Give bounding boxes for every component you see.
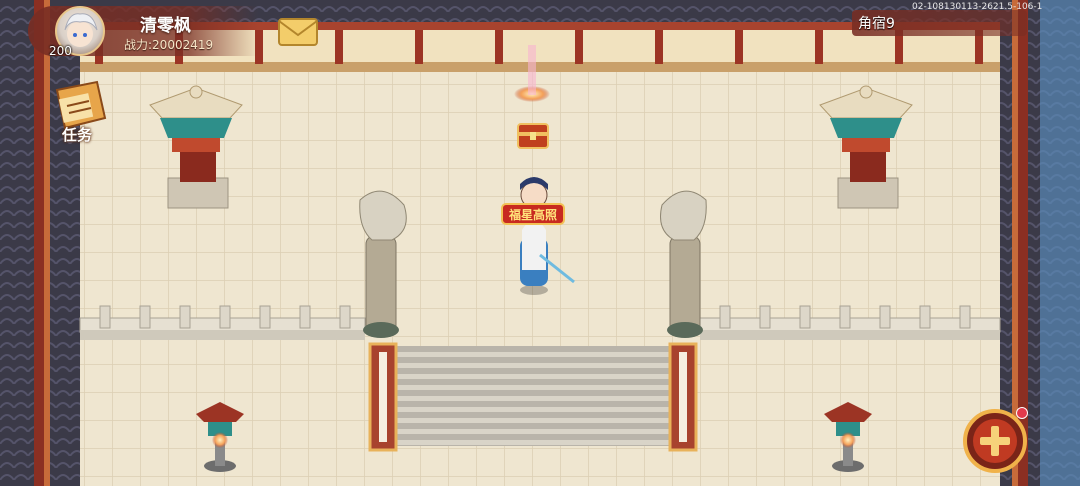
map-name: 角宿9 xyxy=(858,16,895,32)
treasure-chest-icon xyxy=(517,123,549,149)
character-title-banner: 福星高照 xyxy=(501,203,565,225)
left-wood-beam xyxy=(34,0,44,486)
notification-dot xyxy=(1016,407,1028,419)
game-scene: 福星高照 xyxy=(0,0,1080,486)
staircase xyxy=(368,342,698,452)
combat-power: 战力:20002419 xyxy=(124,38,214,52)
player-level: 200 xyxy=(49,44,72,58)
server-coordinates: 02-108130113-2621.5-106-1 xyxy=(912,2,1043,12)
mail-button[interactable] xyxy=(277,14,319,48)
character-title-text: 福星高照 xyxy=(508,207,557,222)
player-name: 清零枫 xyxy=(140,16,191,36)
quest-label: 任务 xyxy=(62,126,93,144)
mail-icon xyxy=(278,18,318,46)
